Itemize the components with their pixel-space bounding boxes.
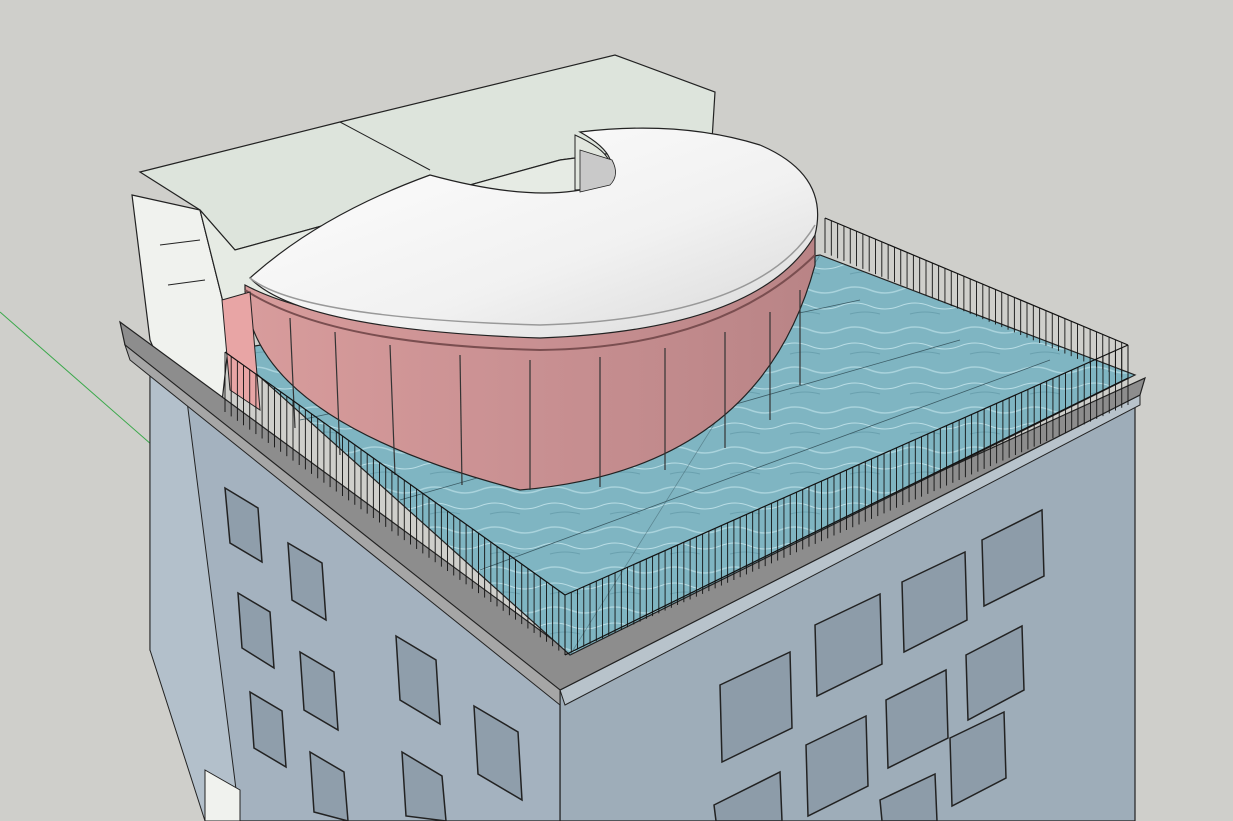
- model-canvas[interactable]: [0, 0, 1233, 821]
- model-viewport[interactable]: [0, 0, 1233, 821]
- green-axis-line: [0, 311, 161, 453]
